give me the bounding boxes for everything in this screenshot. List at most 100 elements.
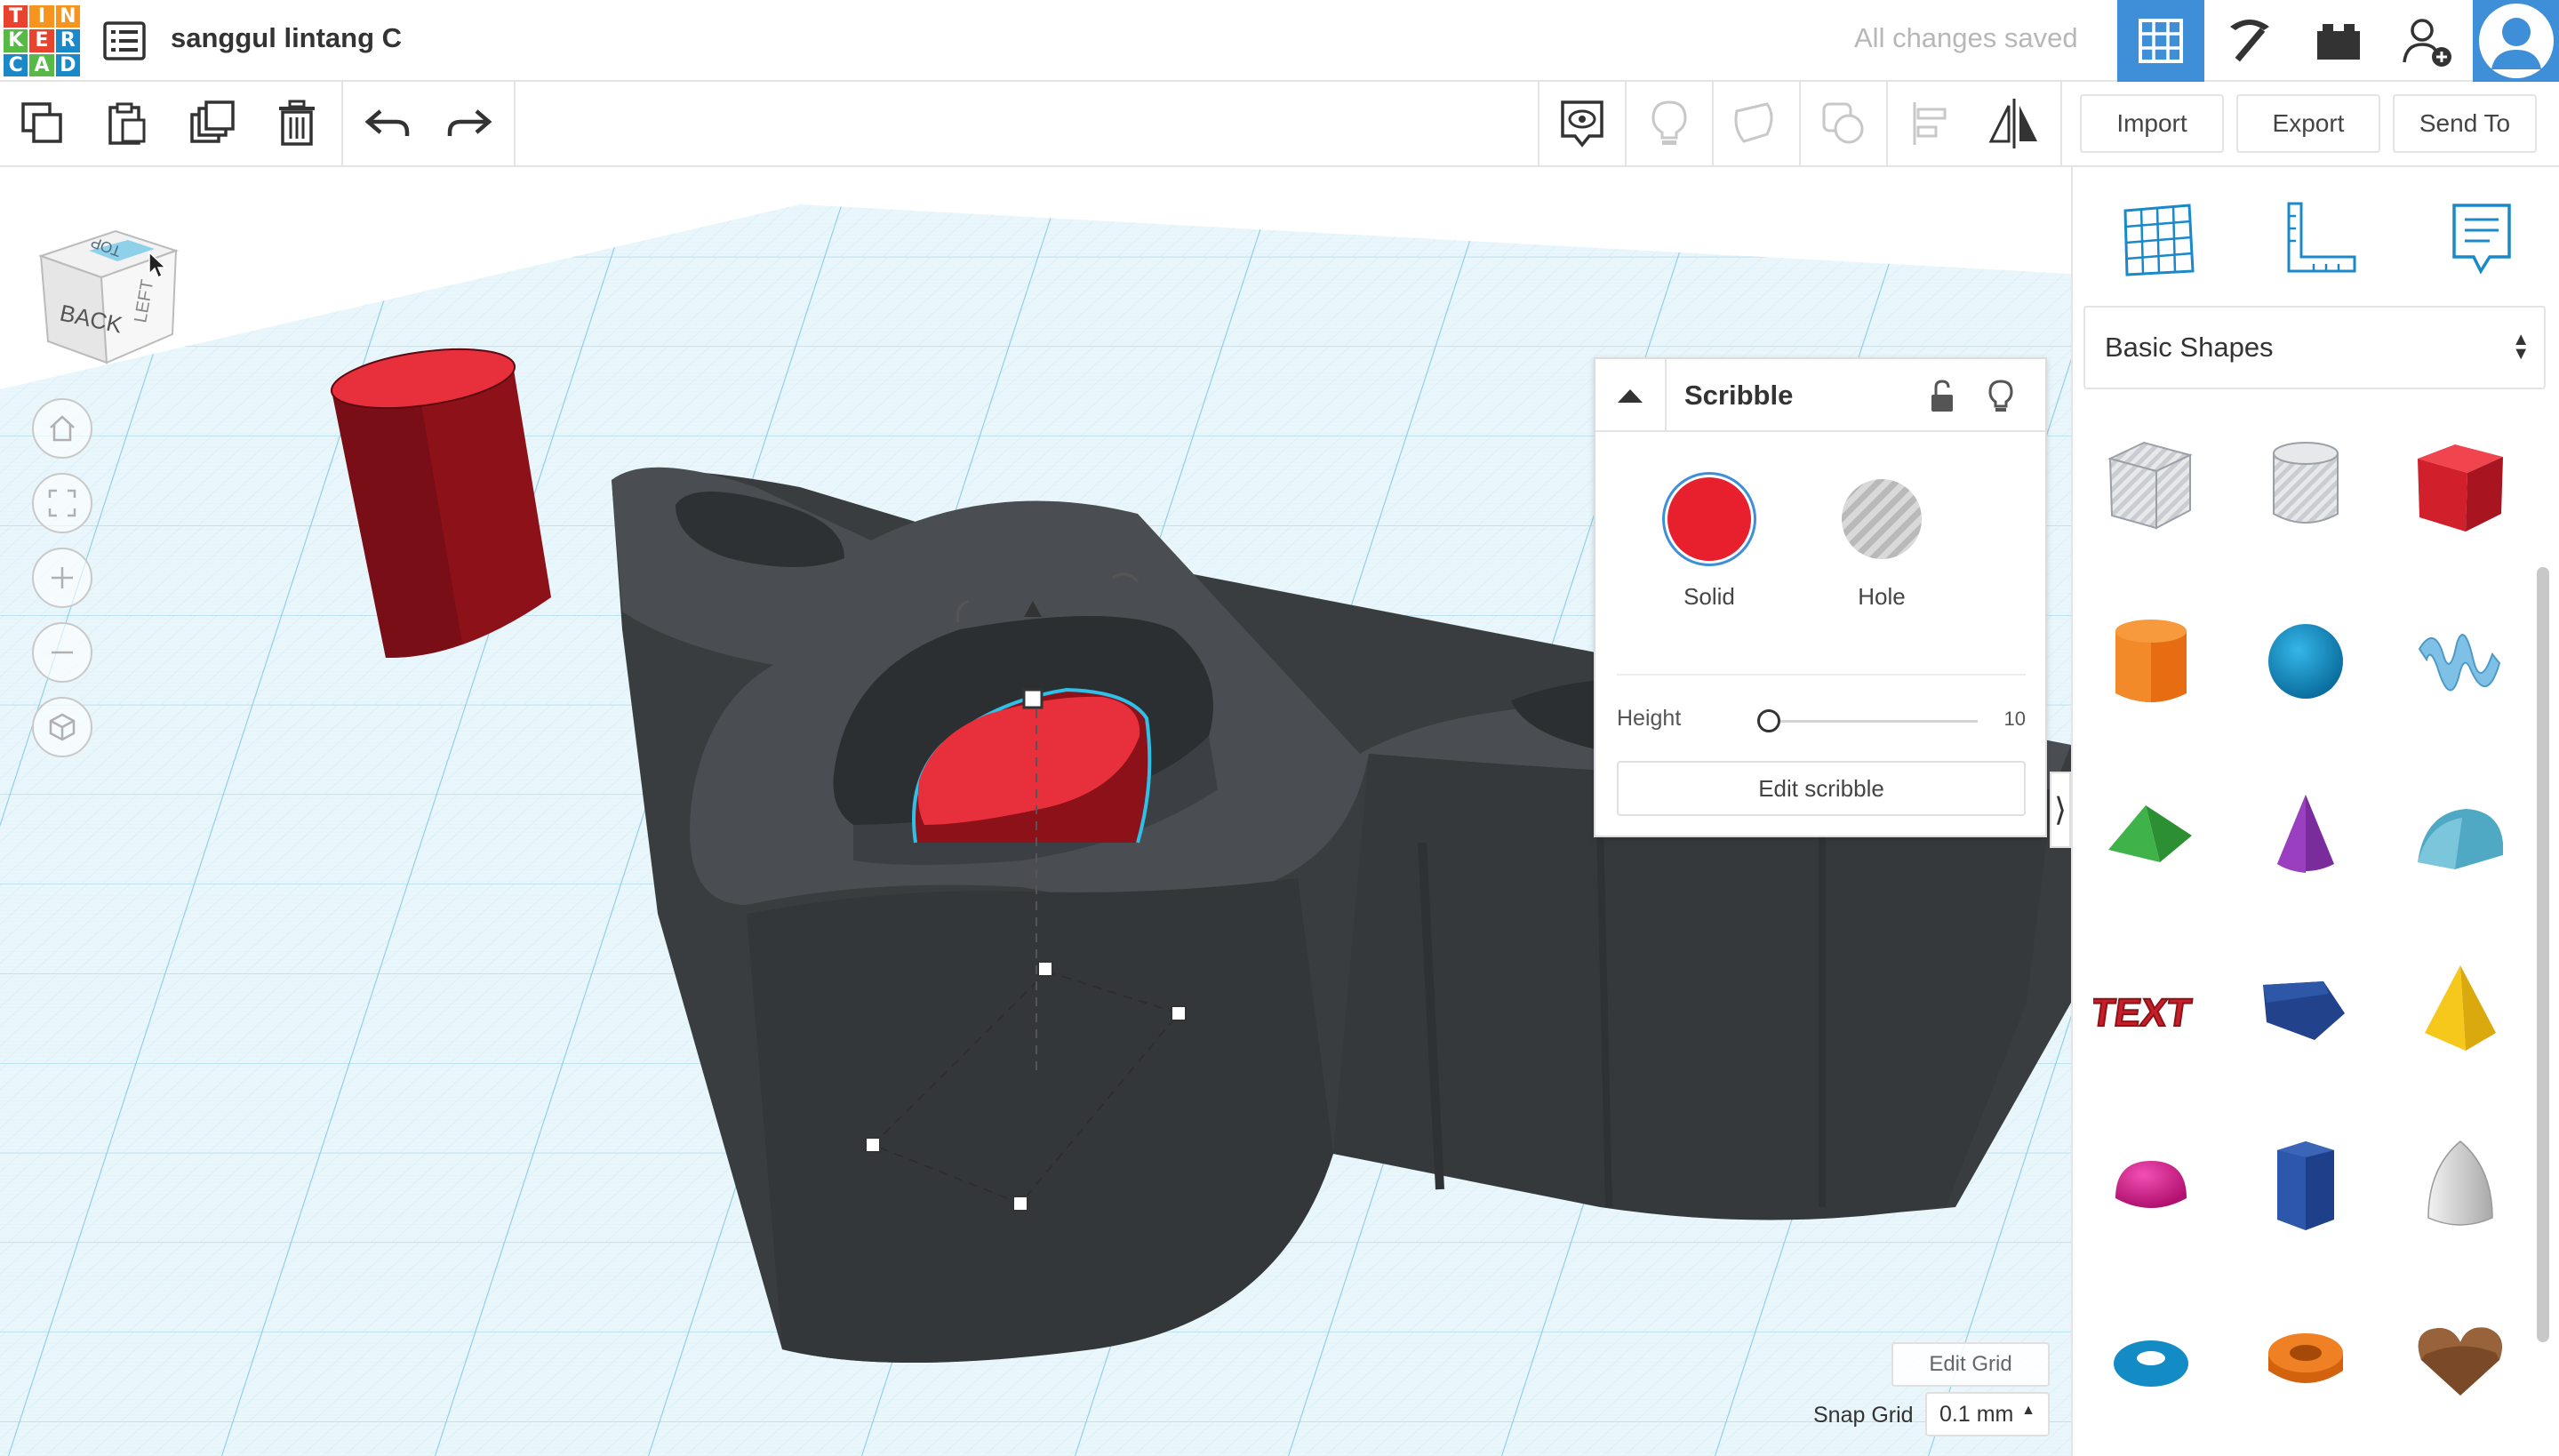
- inspector-collapse-button[interactable]: [1595, 359, 1667, 432]
- shape-scribble[interactable]: [2398, 599, 2523, 724]
- logo-letter: C: [4, 53, 28, 76]
- send-to-button[interactable]: Send To: [2393, 94, 2537, 153]
- copy-button[interactable]: [2, 82, 84, 165]
- zoom-in-button[interactable]: [32, 548, 92, 608]
- shape-half-sphere[interactable]: [2089, 1124, 2213, 1248]
- view-cube[interactable]: TOP BACK LEFT: [36, 220, 187, 372]
- select-arrows-icon: ▲ ▼: [2512, 330, 2530, 364]
- logo-letter: K: [4, 29, 28, 52]
- undo-button[interactable]: [347, 82, 428, 165]
- bricks-mode-button[interactable]: [2295, 0, 2382, 82]
- invite-user-button[interactable]: [2384, 0, 2471, 82]
- shape-box-hole[interactable]: [2089, 423, 2213, 548]
- top-bar: T I N K E R C A D sanggul lintang C All …: [0, 0, 2559, 82]
- design-title[interactable]: sanggul lintang C: [171, 22, 402, 54]
- paste-button[interactable]: [85, 82, 167, 165]
- hole-swatch[interactable]: [1842, 479, 1922, 559]
- grid-icon: [2139, 19, 2183, 63]
- hide-button[interactable]: [1979, 375, 2022, 418]
- delete-button[interactable]: [256, 82, 338, 165]
- shape-box[interactable]: [2398, 423, 2523, 548]
- shape-hexagonal-prism[interactable]: [2243, 1124, 2368, 1248]
- snap-grid-select[interactable]: 0.1 mm ▲: [1925, 1392, 2050, 1436]
- blocks-mode-button[interactable]: [2206, 0, 2293, 82]
- paraboloid-icon: [2427, 1140, 2493, 1226]
- align-button[interactable]: [1890, 82, 1971, 165]
- shape-cone[interactable]: [2243, 777, 2368, 901]
- scribble-icon: [2418, 634, 2501, 692]
- shape-wedge-polygon[interactable]: [2243, 949, 2368, 1074]
- shape-cylinder[interactable]: [2089, 599, 2213, 724]
- shape-torus[interactable]: [2089, 1294, 2213, 1419]
- add-user-icon: [2403, 19, 2451, 67]
- height-value[interactable]: 10: [1978, 708, 2026, 731]
- workplane-icon: [2123, 204, 2195, 276]
- import-button[interactable]: Import: [2080, 94, 2224, 153]
- visibility-button[interactable]: [1628, 82, 1710, 165]
- notes-tool-button[interactable]: [2428, 185, 2535, 292]
- redo-icon: [447, 109, 492, 136]
- align-icon: [1913, 102, 1947, 145]
- redo-button[interactable]: [428, 82, 510, 165]
- perspective-button[interactable]: [32, 697, 92, 757]
- shape-roof[interactable]: [2089, 777, 2213, 901]
- duplicate-button[interactable]: [172, 82, 254, 165]
- home-icon: [50, 415, 75, 442]
- cylinder-icon: [2115, 620, 2187, 702]
- height-slider-handle[interactable]: [1757, 709, 1780, 732]
- roof-icon: [2108, 805, 2192, 862]
- shape-cylinder-hole[interactable]: [2243, 423, 2368, 548]
- duplicate-icon: [190, 100, 235, 143]
- heart-icon: [2418, 1327, 2502, 1396]
- shape-category-value: Basic Shapes: [2105, 332, 2274, 363]
- show-all-button[interactable]: [1541, 82, 1623, 165]
- tinkercad-logo[interactable]: T I N K E R C A D: [4, 5, 80, 76]
- cube-icon: [49, 713, 76, 741]
- shape-paraboloid[interactable]: [2398, 1124, 2523, 1248]
- sphere-icon: [2268, 624, 2343, 699]
- export-button[interactable]: Export: [2236, 94, 2380, 153]
- collapse-panel-button[interactable]: ⟩: [2050, 772, 2071, 848]
- design-list-button[interactable]: [100, 16, 149, 66]
- hole-option[interactable]: Hole: [1828, 475, 1935, 611]
- zoom-out-button[interactable]: [32, 622, 92, 683]
- 3d-design-view-button[interactable]: [2117, 0, 2204, 82]
- user-avatar[interactable]: [2473, 0, 2559, 82]
- shape-category-select[interactable]: Basic Shapes ▲ ▼: [2083, 306, 2546, 389]
- unlock-icon: [1931, 380, 1953, 412]
- copy-icon: [21, 102, 62, 143]
- group-button[interactable]: [1715, 82, 1797, 165]
- edit-scribble-button[interactable]: Edit scribble: [1617, 761, 2026, 816]
- ruler-tool-button[interactable]: [2267, 185, 2373, 292]
- shape-pyramid[interactable]: [2398, 949, 2523, 1074]
- shape-tube[interactable]: [2243, 1294, 2368, 1419]
- shape-text[interactable]: TEXT: [2089, 949, 2213, 1074]
- shapes-panel: Basic Shapes ▲ ▼ TEXT: [2071, 167, 2559, 1456]
- chevron-right-icon: ⟩: [2053, 791, 2067, 828]
- fit-view-button[interactable]: [32, 473, 92, 533]
- mirror-button[interactable]: [1973, 82, 2055, 165]
- ungroup-button[interactable]: [1803, 82, 1884, 165]
- shape-heart[interactable]: [2398, 1294, 2523, 1419]
- lock-button[interactable]: [1921, 375, 1963, 418]
- workplane[interactable]: TOP BACK LEFT Scribble Solid Hole Height…: [0, 167, 2071, 1456]
- half-sphere-icon: [2115, 1161, 2187, 1208]
- solid-option[interactable]: Solid: [1656, 475, 1763, 611]
- shape-round-roof[interactable]: [2398, 777, 2523, 901]
- minus-icon: [52, 651, 73, 654]
- solid-swatch[interactable]: [1665, 475, 1754, 564]
- fit-icon: [48, 489, 76, 517]
- wedge-icon: [2263, 981, 2345, 1040]
- height-label: Height: [1617, 706, 1682, 731]
- logo-letter: I: [29, 5, 54, 28]
- logo-letter: A: [29, 53, 54, 76]
- panel-scrollbar[interactable]: [2537, 567, 2549, 1342]
- edit-grid-button[interactable]: Edit Grid: [1891, 1342, 2050, 1387]
- solid-label: Solid: [1683, 583, 1735, 610]
- home-view-button[interactable]: [32, 398, 92, 459]
- workplane-tool-button[interactable]: [2105, 185, 2211, 292]
- tube-icon: [2268, 1333, 2343, 1383]
- height-slider[interactable]: [1764, 720, 1978, 723]
- eye-bubble-icon: [1561, 100, 1603, 148]
- shape-sphere[interactable]: [2243, 599, 2368, 724]
